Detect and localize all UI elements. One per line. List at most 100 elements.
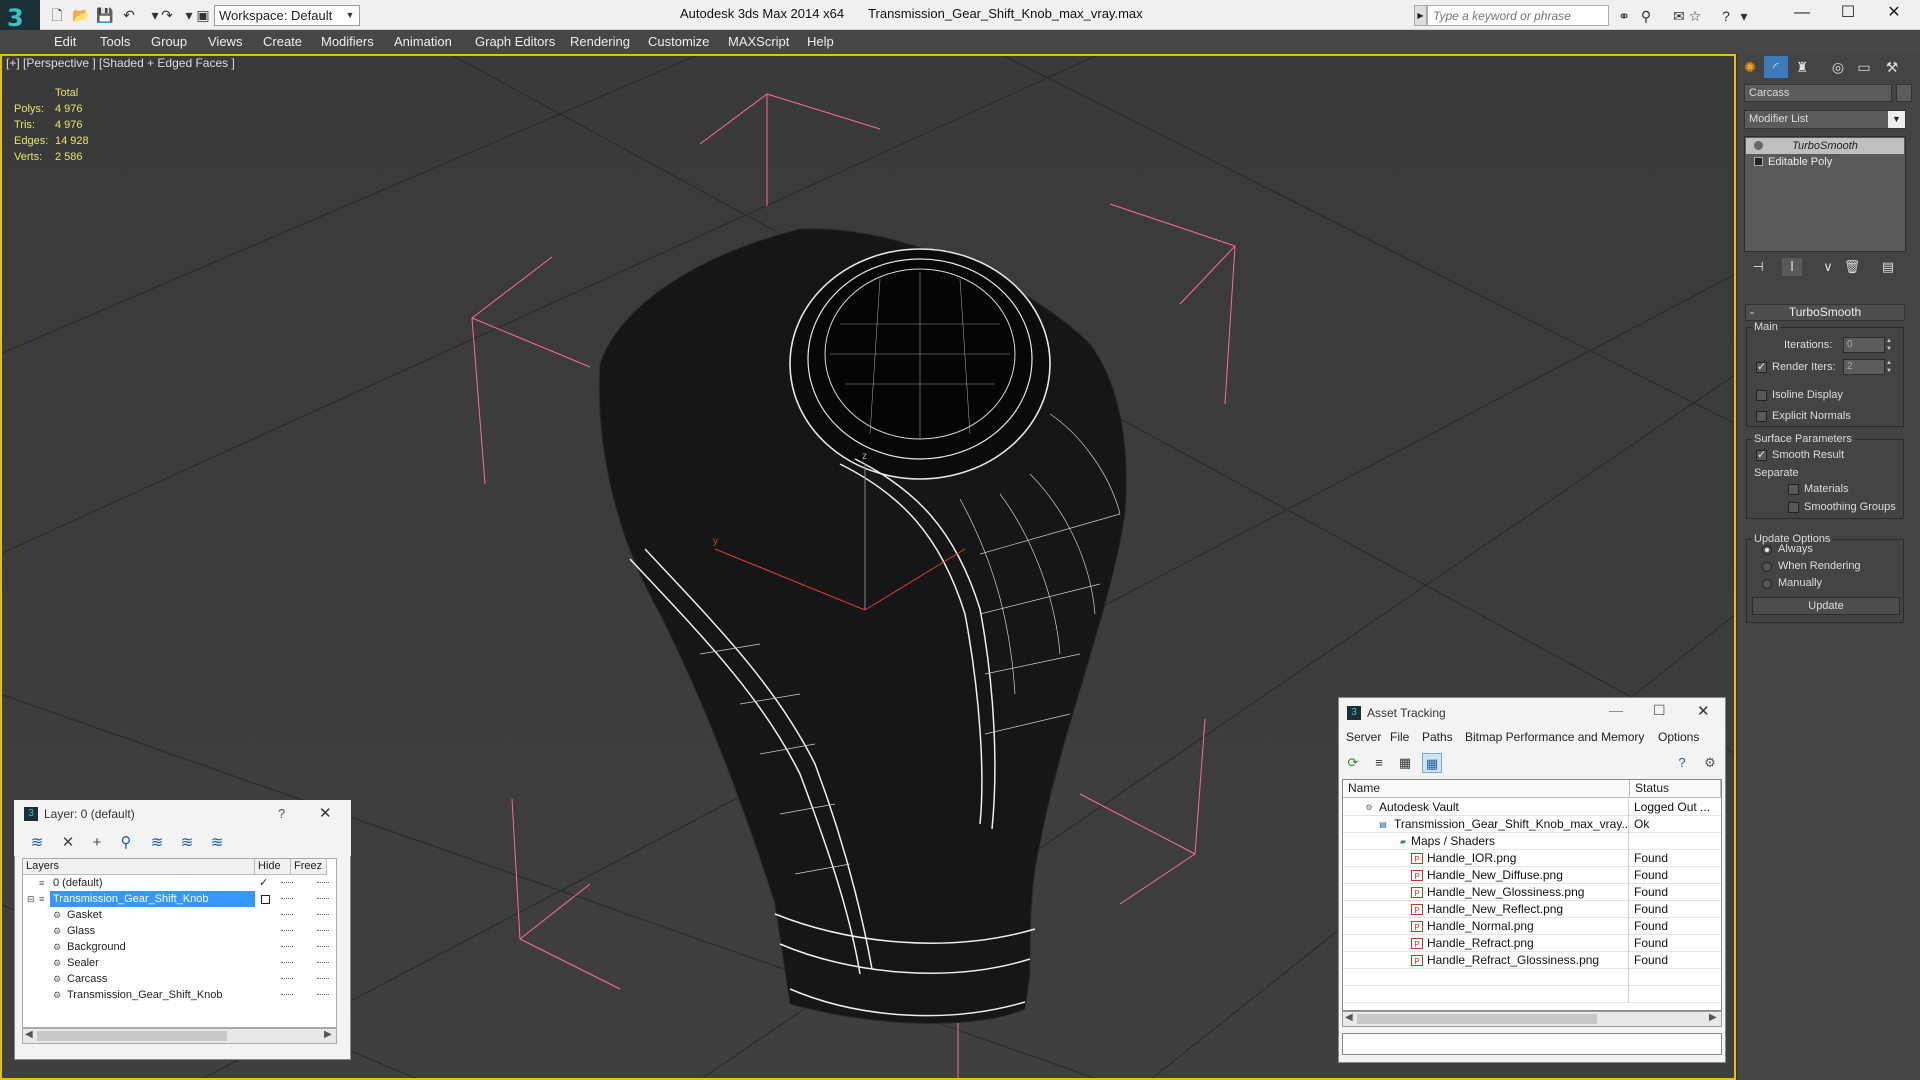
hide-toggle[interactable]: [281, 994, 293, 996]
freeze-toggle[interactable]: [317, 946, 329, 948]
manually-radio[interactable]: [1762, 579, 1772, 589]
menu-create[interactable]: Create: [263, 30, 302, 54]
collapse-icon[interactable]: ⊟: [27, 894, 37, 904]
show-end-result-icon[interactable]: Ⅰ: [1782, 258, 1802, 276]
configure-modifier-sets-icon[interactable]: ▤: [1878, 258, 1898, 276]
menu-maxscript[interactable]: MAXScript: [728, 30, 789, 54]
gear-knob-mesh[interactable]: [598, 228, 1127, 1024]
new-file-icon[interactable]: 🗋: [48, 6, 66, 24]
layer-row[interactable]: ⚙ Transmission_Gear_Shift_Knob: [23, 987, 336, 1003]
scroll-right-icon[interactable]: ▶: [324, 1029, 332, 1040]
layer-row[interactable]: ⚙ Glass: [23, 923, 336, 939]
scroll-right-icon[interactable]: ▶: [1709, 1012, 1717, 1023]
materials-checkbox[interactable]: [1788, 484, 1799, 495]
asset-close-button[interactable]: ✕: [1697, 702, 1710, 720]
asset-row[interactable]: P Handle_IOR.png Found: [1343, 850, 1721, 867]
freeze-toggle[interactable]: [317, 994, 329, 996]
menu-help[interactable]: Help: [807, 30, 834, 54]
layer-row[interactable]: ⊟ ≡ Transmission_Gear_Shift_Knob: [23, 891, 336, 907]
asset-row[interactable]: P Handle_Refract_Glossiness.png Found: [1343, 952, 1721, 969]
hide-toggle[interactable]: [281, 914, 293, 916]
render-iters-checkbox[interactable]: [1756, 360, 1767, 373]
isoline-display-checkbox[interactable]: [1756, 390, 1767, 401]
layer-row[interactable]: ⚙ Sealer: [23, 955, 336, 971]
smoothing-groups-checkbox[interactable]: [1788, 502, 1799, 513]
hide-toggle[interactable]: [281, 898, 293, 900]
search-expand-icon[interactable]: ▶: [1414, 5, 1427, 26]
viewport-label[interactable]: [+] [Perspective ] [Shaded + Edged Faces…: [6, 56, 235, 70]
freeze-all-icon[interactable]: ≋: [206, 832, 228, 854]
object-color-swatch[interactable]: [1896, 84, 1912, 102]
modifier-list-dropdown[interactable]: Modifier List: [1744, 110, 1906, 129]
menu-customize[interactable]: Customize: [648, 30, 709, 54]
asset-row[interactable]: P Handle_New_Glossiness.png Found: [1343, 884, 1721, 901]
iterations-spinner[interactable]: 0: [1843, 337, 1885, 353]
asset-help-icon[interactable]: ?: [1672, 753, 1692, 773]
display-tab-icon[interactable]: ▭: [1852, 56, 1876, 78]
update-button[interactable]: Update: [1752, 597, 1900, 615]
hierarchy-tab-icon[interactable]: ♜: [1790, 56, 1814, 78]
asset-menu-options[interactable]: Options: [1658, 727, 1699, 747]
menu-edit[interactable]: Edit: [54, 30, 76, 54]
redo-icon[interactable]: ↷: [158, 6, 176, 24]
asset-menu-server[interactable]: Server: [1346, 727, 1381, 747]
freeze-toggle[interactable]: [317, 930, 329, 932]
menu-graph-editors[interactable]: Graph Editors: [475, 30, 555, 54]
tree-view-icon[interactable]: ▦: [1395, 753, 1415, 773]
search-input[interactable]: [1427, 5, 1609, 26]
freeze-toggle[interactable]: [317, 978, 329, 980]
menu-views[interactable]: Views: [208, 30, 242, 54]
make-unique-icon[interactable]: ∨: [1818, 258, 1838, 276]
modify-tab-icon[interactable]: ◜: [1764, 56, 1788, 78]
scroll-left-icon[interactable]: ◀: [25, 1029, 33, 1040]
hide-toggle[interactable]: [281, 946, 293, 948]
delete-layer-icon[interactable]: ✕: [57, 832, 79, 854]
layer-horizontal-scrollbar[interactable]: ◀ ▶: [22, 1028, 337, 1044]
layer-dialog-titlebar[interactable]: 3 Layer: 0 (default) ? ✕: [14, 800, 351, 828]
asset-row[interactable]: P Handle_New_Reflect.png Found: [1343, 901, 1721, 918]
asset-row[interactable]: P Handle_Refract.png Found: [1343, 935, 1721, 952]
asset-row[interactable]: P Handle_Normal.png Found: [1343, 918, 1721, 935]
open-folder-icon[interactable]: 📂: [72, 6, 90, 24]
maximize-button[interactable]: ☐: [1825, 0, 1871, 28]
asset-row[interactable]: ▰ Maps / Shaders: [1343, 833, 1721, 850]
turbosmooth-rollout-header[interactable]: - TurboSmooth: [1745, 304, 1905, 321]
render-iters-spinner[interactable]: 2: [1843, 359, 1885, 375]
scroll-thumb[interactable]: [37, 1031, 227, 1041]
expand-icon[interactable]: [1754, 157, 1763, 166]
hide-column-header[interactable]: Hide: [255, 859, 291, 875]
scroll-left-icon[interactable]: ◀: [1345, 1012, 1353, 1023]
make-active-box[interactable]: [261, 895, 270, 904]
asset-menu-file[interactable]: File: [1390, 727, 1409, 747]
pin-stack-icon[interactable]: ⊣: [1748, 258, 1768, 276]
refresh-icon[interactable]: ⟳: [1343, 753, 1363, 773]
menu-animation[interactable]: Animation: [394, 30, 452, 54]
menu-rendering[interactable]: Rendering: [570, 30, 630, 54]
smooth-result-checkbox[interactable]: [1756, 448, 1767, 461]
subscription-icon[interactable]: ⚲: [1637, 7, 1655, 25]
asset-menu-paths[interactable]: Paths: [1422, 727, 1453, 747]
active-layer-check-icon[interactable]: ✓: [259, 875, 268, 891]
layer-help-button[interactable]: ?: [278, 806, 285, 821]
always-radio[interactable]: [1762, 545, 1772, 555]
workspace-dropdown-arrow[interactable]: ▼: [342, 5, 358, 26]
freeze-toggle[interactable]: [317, 898, 329, 900]
asset-path-field[interactable]: [1342, 1033, 1722, 1055]
stack-item-editable-poly[interactable]: Editable Poly: [1746, 154, 1904, 170]
minimize-button[interactable]: —: [1779, 0, 1825, 28]
layer-row[interactable]: ⚙ Carcass: [23, 971, 336, 987]
when-rendering-radio[interactable]: [1762, 562, 1772, 572]
hide-toggle[interactable]: [281, 978, 293, 980]
remove-modifier-icon[interactable]: 🗑: [1842, 258, 1862, 276]
help-dropdown-icon[interactable]: ▾: [1735, 7, 1753, 25]
freeze-toggle[interactable]: [317, 962, 329, 964]
asset-settings-icon[interactable]: ⚙: [1700, 753, 1720, 773]
stack-item-turbosmooth[interactable]: TurboSmooth: [1746, 138, 1904, 154]
asset-menu-bitmap-performance[interactable]: Bitmap Performance and Memory: [1465, 727, 1644, 747]
workspace-dropdown[interactable]: Workspace: Default: [214, 5, 360, 26]
save-icon[interactable]: 💾: [96, 6, 114, 24]
render-iters-spinner-arrows[interactable]: ▲ ▼: [1884, 359, 1894, 375]
hide-toggle[interactable]: [281, 962, 293, 964]
add-to-layer-icon[interactable]: +: [86, 832, 108, 854]
highlight-layer-icon[interactable]: ≋: [146, 832, 168, 854]
